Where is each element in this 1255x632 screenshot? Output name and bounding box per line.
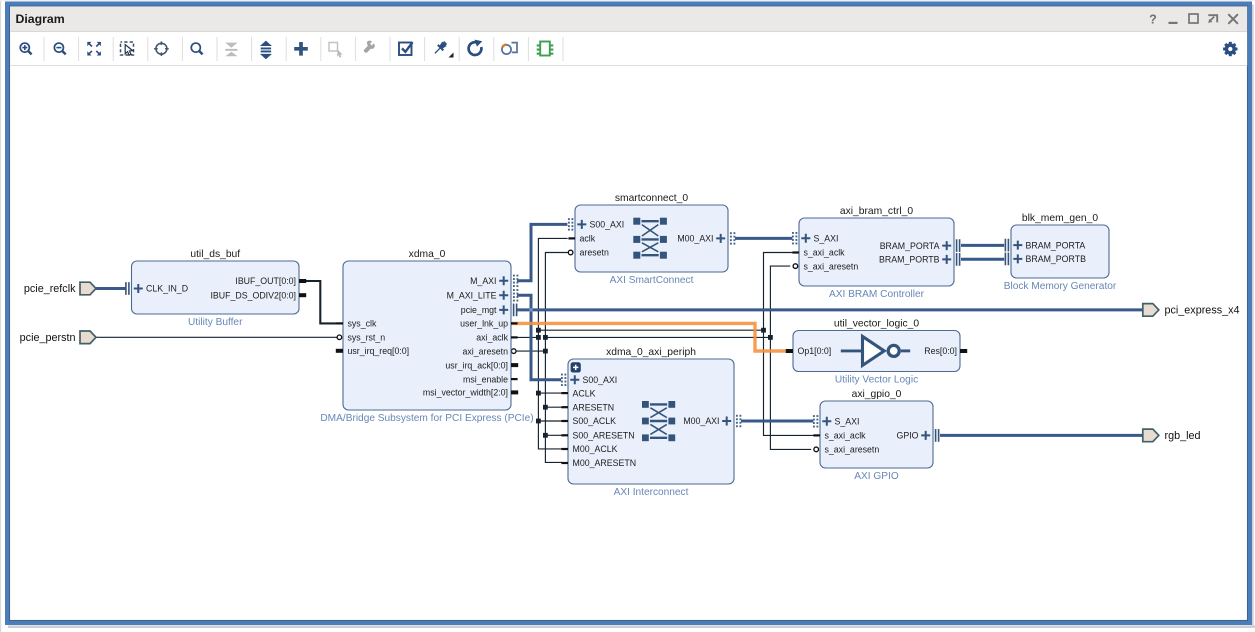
- svg-text:aclk: aclk: [580, 234, 596, 244]
- svg-text:S00_ACLK: S00_ACLK: [573, 416, 617, 426]
- svg-text:pci_express_x4: pci_express_x4: [1165, 305, 1240, 317]
- svg-text:M_AXI_LITE: M_AXI_LITE: [447, 291, 497, 301]
- svg-text:Utility Vector Logic: Utility Vector Logic: [835, 375, 918, 386]
- svg-text:user_lnk_up: user_lnk_up: [460, 319, 508, 329]
- svg-text:Op1[0:0]: Op1[0:0]: [798, 346, 832, 356]
- svg-text:sys_clk: sys_clk: [348, 319, 377, 329]
- svg-text:S_AXI: S_AXI: [814, 233, 839, 243]
- svg-text:BRAM_PORTA: BRAM_PORTA: [1026, 240, 1086, 250]
- svg-text:xdma_0: xdma_0: [409, 249, 446, 260]
- svg-text:aresetn: aresetn: [580, 248, 609, 258]
- svg-text:s_axi_aclk: s_axi_aclk: [804, 248, 846, 258]
- svg-text:AXI Interconnect: AXI Interconnect: [614, 487, 689, 498]
- svg-text:S00_ARESETN: S00_ARESETN: [573, 431, 635, 441]
- svg-text:msi_enable: msi_enable: [463, 374, 508, 384]
- svg-text:AXI GPIO: AXI GPIO: [854, 471, 899, 482]
- svg-text:?: ?: [1149, 12, 1157, 26]
- svg-text:blk_mem_gen_0: blk_mem_gen_0: [1022, 213, 1098, 224]
- svg-text:IBUF_DS_ODIV2[0:0]: IBUF_DS_ODIV2[0:0]: [210, 290, 296, 300]
- svg-text:pcie_refclk: pcie_refclk: [24, 283, 76, 295]
- svg-text:axi_aresetn: axi_aresetn: [463, 346, 509, 356]
- svg-text:pcie_mgt: pcie_mgt: [461, 305, 497, 315]
- svg-text:M00_ACLK: M00_ACLK: [573, 444, 618, 454]
- svg-text:rgb_led: rgb_led: [1165, 430, 1201, 442]
- svg-text:DMA/Bridge Subsystem for PCI E: DMA/Bridge Subsystem for PCI Express (PC…: [320, 413, 533, 424]
- svg-text:IBUF_OUT[0:0]: IBUF_OUT[0:0]: [235, 276, 296, 286]
- svg-text:AXI SmartConnect: AXI SmartConnect: [610, 275, 694, 286]
- svg-text:Block Memory Generator: Block Memory Generator: [1004, 281, 1117, 292]
- svg-text:M00_ARESETN: M00_ARESETN: [573, 458, 637, 468]
- svg-text:BRAM_PORTB: BRAM_PORTB: [1026, 254, 1087, 264]
- svg-text:usr_irq_req[0:0]: usr_irq_req[0:0]: [348, 346, 410, 356]
- svg-text:Res[0:0]: Res[0:0]: [924, 346, 957, 356]
- svg-text:M00_AXI: M00_AXI: [677, 234, 713, 244]
- svg-text:sys_rst_n: sys_rst_n: [348, 333, 386, 343]
- svg-text:smartconnect_0: smartconnect_0: [615, 193, 689, 204]
- svg-text:AXI BRAM Controller: AXI BRAM Controller: [829, 289, 925, 300]
- svg-text:BRAM_PORTB: BRAM_PORTB: [879, 255, 940, 265]
- svg-text:s_axi_aclk: s_axi_aclk: [825, 431, 867, 441]
- svg-text:s_axi_aresetn: s_axi_aresetn: [825, 445, 880, 455]
- svg-text:Diagram: Diagram: [16, 12, 65, 26]
- svg-text:ARESETN: ARESETN: [573, 402, 615, 412]
- svg-text:usr_irq_ack[0:0]: usr_irq_ack[0:0]: [445, 360, 508, 370]
- svg-text:axi_aclk: axi_aclk: [476, 333, 508, 343]
- svg-text:util_vector_logic_0: util_vector_logic_0: [834, 318, 920, 329]
- svg-text:axi_bram_ctrl_0: axi_bram_ctrl_0: [840, 206, 914, 217]
- svg-text:ACLK: ACLK: [573, 388, 596, 398]
- svg-text:M_AXI: M_AXI: [470, 276, 496, 286]
- svg-text:GPIO: GPIO: [897, 431, 919, 441]
- svg-text:M00_AXI: M00_AXI: [683, 416, 719, 426]
- svg-text:S00_AXI: S00_AXI: [590, 220, 625, 230]
- svg-text:pcie_perstn: pcie_perstn: [20, 332, 76, 344]
- svg-text:xdma_0_axi_periph: xdma_0_axi_periph: [606, 347, 696, 358]
- svg-text:S00_AXI: S00_AXI: [583, 375, 618, 385]
- svg-text:BRAM_PORTA: BRAM_PORTA: [880, 241, 940, 251]
- svg-text:msi_vector_width[2:0]: msi_vector_width[2:0]: [423, 388, 508, 398]
- svg-text:axi_gpio_0: axi_gpio_0: [852, 389, 902, 400]
- svg-text:s_axi_aresetn: s_axi_aresetn: [804, 261, 859, 271]
- svg-text:CLK_IN_D: CLK_IN_D: [146, 284, 188, 294]
- svg-text:Utility Buffer: Utility Buffer: [188, 317, 243, 328]
- svg-text:util_ds_buf: util_ds_buf: [190, 249, 240, 260]
- svg-text:S_AXI: S_AXI: [835, 417, 860, 427]
